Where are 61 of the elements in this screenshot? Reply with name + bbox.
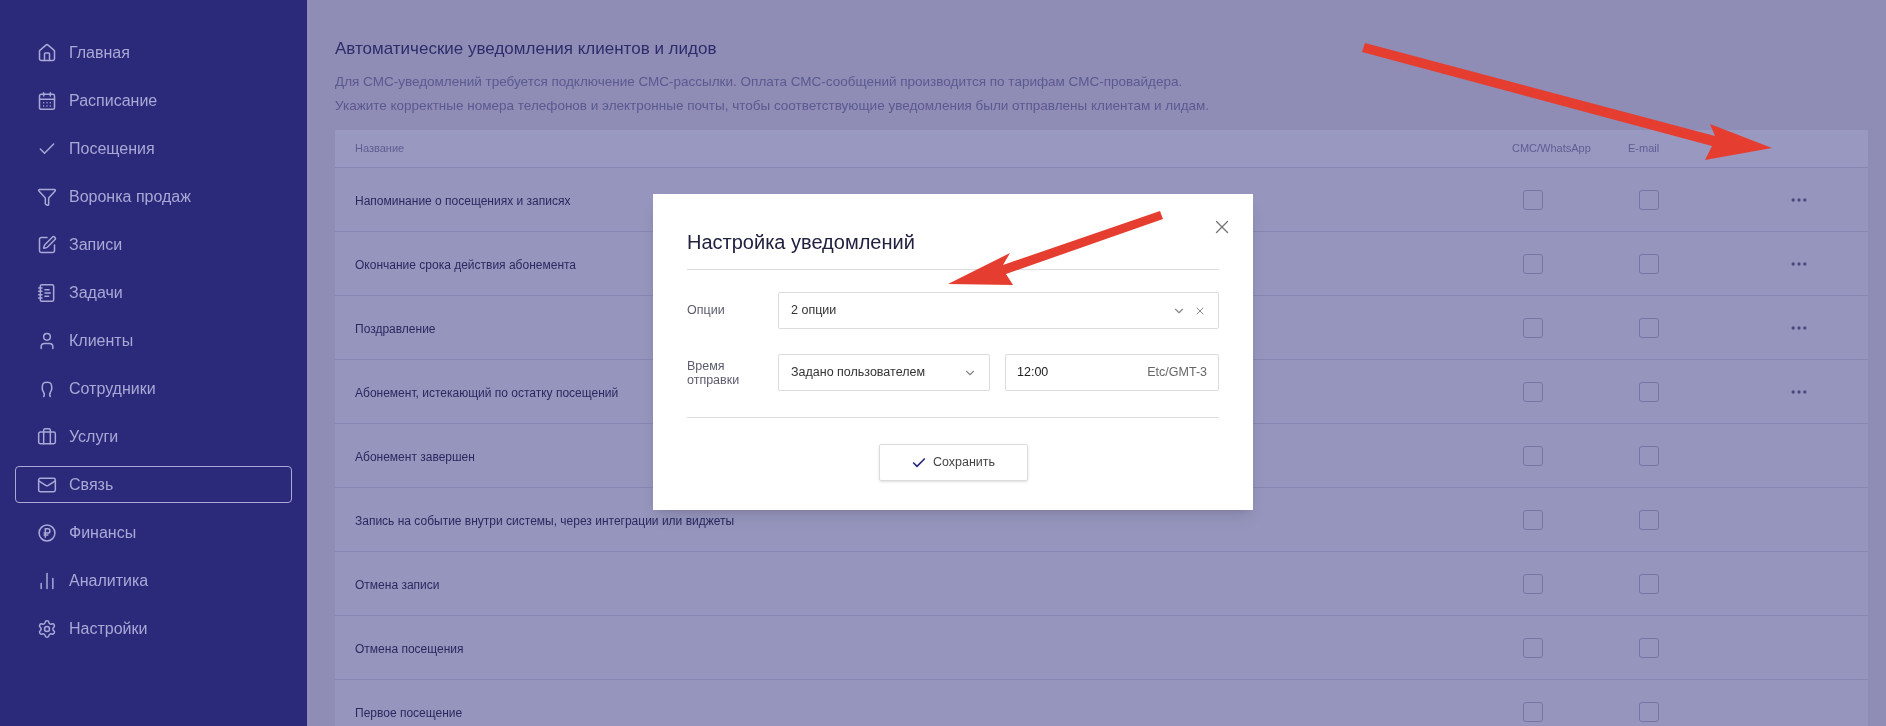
page-title: Автоматические уведомления клиентов и лидов bbox=[335, 38, 718, 60]
sidebar-item[interactable]: Воронка продаж bbox=[15, 178, 292, 215]
funnel-icon bbox=[37, 186, 57, 207]
ruble-icon bbox=[37, 522, 57, 543]
sidebar-item[interactable]: Финансы bbox=[15, 514, 292, 551]
checkbox[interactable] bbox=[1523, 701, 1543, 722]
time-field[interactable]: 12:00 Etc/GMT-3 bbox=[1005, 354, 1219, 391]
calendar-icon bbox=[37, 90, 57, 111]
notification-name: Отмена посещения bbox=[355, 641, 464, 656]
notification-name: Напоминание о посещениях и записях bbox=[355, 193, 571, 208]
column-header: Название bbox=[354, 141, 406, 157]
notification-name: Первое посещение bbox=[355, 705, 463, 720]
user-icon bbox=[37, 330, 57, 351]
sidebar-item[interactable]: Расписание bbox=[15, 82, 292, 119]
notification-name: Запись на событие внутри системы, через интеграции или виджеты bbox=[355, 513, 735, 528]
checkbox[interactable] bbox=[1523, 573, 1543, 594]
checkbox[interactable] bbox=[1639, 573, 1659, 594]
checkbox[interactable] bbox=[1523, 445, 1543, 466]
options-select[interactable]: 2 опции bbox=[778, 292, 1219, 329]
checkbox[interactable] bbox=[1639, 509, 1659, 530]
checkbox[interactable] bbox=[1523, 637, 1543, 658]
notebook-icon bbox=[37, 282, 57, 303]
checkbox[interactable] bbox=[1523, 253, 1543, 274]
settings-icon bbox=[37, 618, 57, 639]
sidebar-item[interactable]: Записи bbox=[15, 226, 292, 263]
field-label: Опции bbox=[687, 302, 726, 320]
checkbox[interactable] bbox=[1639, 637, 1659, 658]
sidebar-item[interactable]: Настройки bbox=[15, 610, 292, 647]
sidebar-item[interactable]: Клиенты bbox=[15, 322, 292, 359]
field-label: Время отправки bbox=[687, 358, 741, 387]
notification-name: Абонемент, истекающий по остатку посещений bbox=[355, 385, 619, 400]
checkbox[interactable] bbox=[1639, 381, 1659, 402]
checkbox[interactable] bbox=[1523, 189, 1543, 210]
checkbox[interactable] bbox=[1639, 253, 1659, 274]
notification-name: Абонемент завершен bbox=[355, 449, 475, 464]
checkbox[interactable] bbox=[1523, 317, 1543, 338]
briefcase-icon bbox=[37, 426, 57, 447]
sidebar-item[interactable]: Посещения bbox=[15, 130, 292, 167]
checkbox[interactable] bbox=[1639, 445, 1659, 466]
save-button[interactable]: Сохранить bbox=[878, 444, 1028, 481]
column-header: CMC/WhatsApp bbox=[1512, 141, 1592, 157]
checkbox[interactable] bbox=[1523, 381, 1543, 402]
checkbox[interactable] bbox=[1639, 317, 1659, 338]
time-mode-select[interactable]: Задано пользователем bbox=[778, 354, 990, 391]
column-header: E-mail bbox=[1628, 141, 1660, 157]
sidebar-item[interactable]: Сотрудники bbox=[15, 370, 292, 407]
sidebar-item[interactable]: Аналитика bbox=[15, 562, 292, 599]
notification-name: Поздравление bbox=[355, 321, 436, 336]
timezone-text: Etc/GMT-3 bbox=[1147, 364, 1207, 382]
sidebar-item[interactable]: Услуги bbox=[15, 418, 292, 455]
checkbox[interactable] bbox=[1639, 189, 1659, 210]
checkbox[interactable] bbox=[1523, 509, 1543, 530]
notification-name: Отмена записи bbox=[355, 577, 440, 592]
sidebar-item[interactable]: Связь bbox=[15, 466, 292, 503]
home-icon bbox=[37, 42, 57, 63]
notification-name: Окончание срока действия абонемента bbox=[355, 257, 577, 272]
checkbox[interactable] bbox=[1639, 701, 1659, 722]
sidebar-item[interactable]: Задачи bbox=[15, 274, 292, 311]
pen-icon bbox=[37, 234, 57, 255]
sidebar-item[interactable]: Главная bbox=[15, 34, 292, 71]
bar-chart-icon bbox=[37, 570, 57, 591]
